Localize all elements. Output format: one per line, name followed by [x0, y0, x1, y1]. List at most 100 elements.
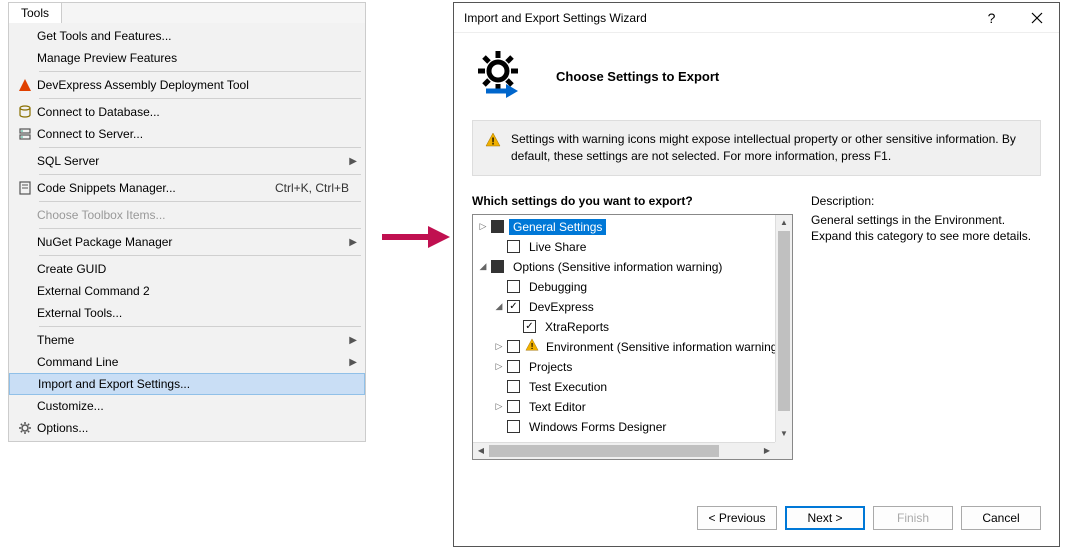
menu-item[interactable]: External Command 2 [9, 280, 365, 302]
expander-icon[interactable]: ◢ [493, 301, 505, 312]
tree-item[interactable]: ◢ DevExpress [473, 297, 792, 317]
tree-item[interactable]: Debugging [473, 277, 792, 297]
submenu-arrow-icon: ▶ [349, 335, 357, 346]
tree-item[interactable]: ▷! Environment (Sensitive information war… [473, 337, 792, 357]
next-button[interactable]: Next > [785, 506, 865, 530]
tree-checkbox[interactable] [491, 220, 504, 233]
cancel-button[interactable]: Cancel [961, 506, 1041, 530]
tree-item-label: Live Share [525, 239, 590, 255]
devexpress-icon [13, 77, 37, 93]
menu-item: Choose Toolbox Items... [9, 204, 365, 226]
settings-tree[interactable]: ▷ General Settings Live Share ◢ Options (Sen… [472, 214, 793, 460]
tree-item[interactable]: XtraReports [473, 317, 792, 337]
tree-item-label: DevExpress [525, 299, 598, 315]
menu-item[interactable]: Get Tools and Features... [9, 25, 365, 47]
tree-item[interactable]: ▷ General Settings [473, 217, 792, 237]
tools-menu: Tools Get Tools and Features... Manage Pr… [8, 2, 366, 442]
menu-item[interactable]: Code Snippets Manager...Ctrl+K, Ctrl+B [9, 177, 365, 199]
tools-tab[interactable]: Tools [8, 2, 62, 23]
tree-item-label: Projects [525, 359, 576, 375]
close-button[interactable] [1014, 4, 1059, 32]
menu-item[interactable]: Import and Export Settings... [9, 373, 365, 395]
menu-item-label: Customize... [37, 399, 357, 413]
dialog-header-text: Choose Settings to Export [556, 69, 719, 84]
tree-checkbox[interactable] [507, 420, 520, 433]
menu-item-label: NuGet Package Manager [37, 235, 349, 249]
expander-icon[interactable]: ◢ [477, 261, 489, 272]
menu-item-label: Options... [37, 421, 357, 435]
menu-item-label: Code Snippets Manager... [37, 181, 275, 195]
database-icon [13, 104, 37, 120]
tree-checkbox[interactable] [507, 380, 520, 393]
tree-checkbox[interactable] [507, 300, 520, 313]
tree-item[interactable]: ▷ Text Editor [473, 397, 792, 417]
expander-icon[interactable]: ▷ [493, 341, 505, 352]
tree-checkbox[interactable] [507, 340, 520, 353]
tree-item-label: Options (Sensitive information warning) [509, 259, 726, 275]
warning-icon: ! [485, 132, 501, 151]
menu-item[interactable]: Options... [9, 417, 365, 439]
tree-item-label: Text Editor [525, 399, 590, 415]
submenu-arrow-icon: ▶ [349, 237, 357, 248]
menu-shortcut: Ctrl+K, Ctrl+B [275, 181, 349, 195]
menu-item-label: Command Line [37, 355, 349, 369]
tree-item-label: Environment (Sensitive information warni… [542, 339, 785, 355]
gear-icon [13, 420, 37, 436]
tree-item-label: General Settings [509, 219, 606, 235]
menu-item[interactable]: External Tools... [9, 302, 365, 324]
menu-item-label: Connect to Database... [37, 105, 357, 119]
snippets-icon [13, 180, 37, 196]
menu-item-label: DevExpress Assembly Deployment Tool [37, 78, 357, 92]
menu-item[interactable]: SQL Server▶ [9, 150, 365, 172]
menu-item[interactable]: Create GUID [9, 258, 365, 280]
menu-item[interactable]: Command Line▶ [9, 351, 365, 373]
expander-icon[interactable]: ▷ [477, 221, 489, 232]
tree-item-label: Debugging [525, 279, 591, 295]
tree-item[interactable]: Test Execution [473, 377, 792, 397]
tree-checkbox[interactable] [507, 240, 520, 253]
dialog-title: Import and Export Settings Wizard [464, 11, 969, 25]
previous-button[interactable]: < Previous [697, 506, 777, 530]
menu-item[interactable]: NuGet Package Manager▶ [9, 231, 365, 253]
menu-item-label: External Command 2 [37, 284, 357, 298]
tree-checkbox[interactable] [507, 360, 520, 373]
wizard-gear-icon [470, 47, 526, 106]
server-icon [13, 126, 37, 142]
svg-text:!: ! [531, 342, 534, 351]
titlebar: Import and Export Settings Wizard ? [454, 3, 1059, 33]
tree-checkbox[interactable] [507, 400, 520, 413]
description-label: Description: [811, 194, 1041, 208]
menu-item[interactable]: DevExpress Assembly Deployment Tool [9, 74, 365, 96]
menu-item-label: Get Tools and Features... [37, 29, 357, 43]
menu-item-label: SQL Server [37, 154, 349, 168]
menu-item-label: External Tools... [37, 306, 357, 320]
menu-item-label: Theme [37, 333, 349, 347]
tree-item[interactable]: Windows Forms Designer [473, 417, 792, 437]
expander-icon[interactable]: ▷ [493, 361, 505, 372]
tree-checkbox[interactable] [491, 260, 504, 273]
menu-item[interactable]: Connect to Server... [9, 123, 365, 145]
expander-icon[interactable]: ▷ [493, 401, 505, 412]
tree-item[interactable]: ▷ Projects [473, 357, 792, 377]
horizontal-scrollbar[interactable]: ◀▶ [473, 442, 775, 459]
submenu-arrow-icon: ▶ [349, 156, 357, 167]
menu-item-label: Manage Preview Features [37, 51, 357, 65]
help-button[interactable]: ? [969, 4, 1014, 32]
tree-checkbox[interactable] [523, 320, 536, 333]
tree-item-label: XtraReports [541, 319, 613, 335]
tree-checkbox[interactable] [507, 280, 520, 293]
menu-item[interactable]: Connect to Database... [9, 101, 365, 123]
tree-item[interactable]: Live Share [473, 237, 792, 257]
vertical-scrollbar[interactable]: ▲▼ [775, 215, 792, 442]
button-bar: < Previous Next > Finish Cancel [454, 492, 1059, 546]
submenu-arrow-icon: ▶ [349, 357, 357, 368]
export-prompt: Which settings do you want to export? [472, 194, 793, 208]
import-export-dialog: Import and Export Settings Wizard ? [453, 2, 1060, 547]
tree-item[interactable]: ◢ Options (Sensitive information warning) [473, 257, 792, 277]
menu-item[interactable]: Theme▶ [9, 329, 365, 351]
warning-icon: ! [525, 338, 539, 355]
menu-item-label: Import and Export Settings... [38, 377, 356, 391]
svg-text:!: ! [491, 137, 494, 148]
menu-item[interactable]: Manage Preview Features [9, 47, 365, 69]
menu-item[interactable]: Customize... [9, 395, 365, 417]
